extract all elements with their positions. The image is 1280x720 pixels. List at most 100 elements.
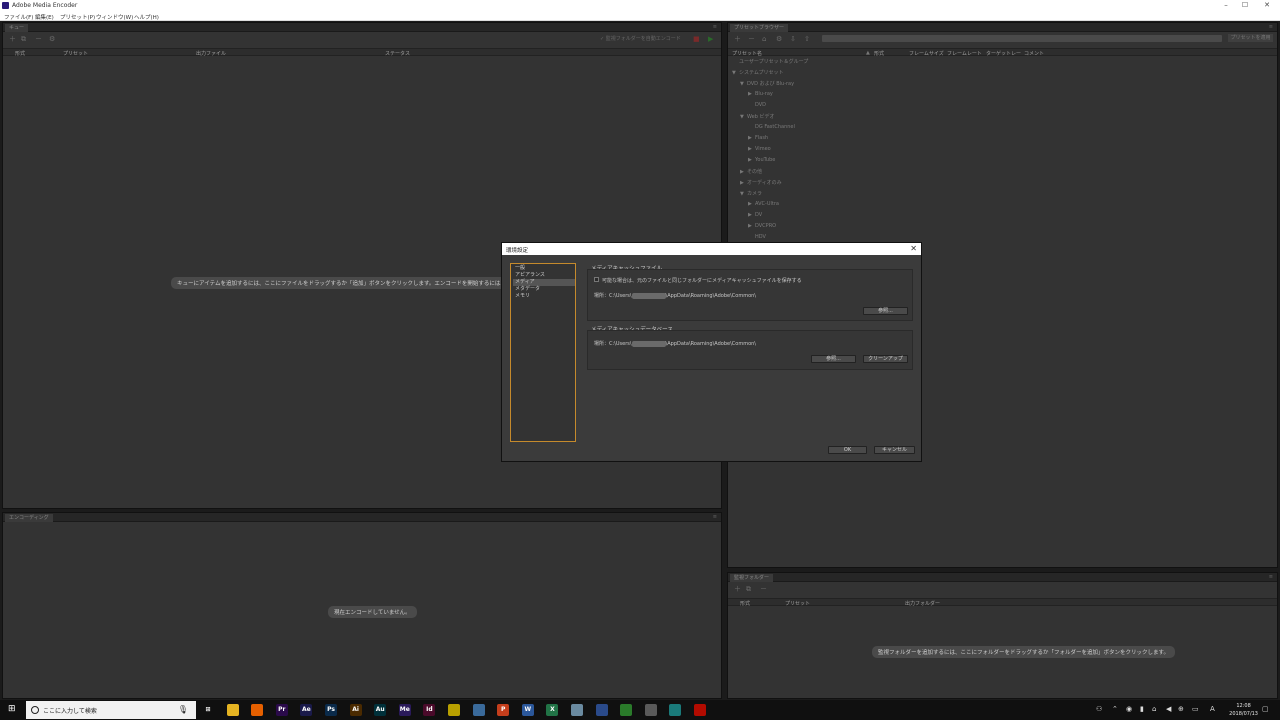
people-icon[interactable]: ⚇ [1096,705,1102,713]
panel-menu-icon[interactable]: ≡ [1269,574,1273,580]
preset-tree-row[interactable]: HDV [748,234,766,240]
media-encoder-icon[interactable]: Me [398,704,411,716]
preset-tree-row[interactable]: ▶ Vimeo [748,146,771,152]
col-preset[interactable]: プリセット [785,600,810,607]
preset-tree-row[interactable]: ▶ YouTube [748,157,775,163]
preset-tree-row[interactable]: DVD [748,102,766,108]
cache-db-cleanup-button[interactable]: クリーンアップ [863,355,908,363]
keyboard-icon[interactable]: ▭ [1192,705,1199,713]
category-appearance[interactable]: アピアランス [513,272,575,279]
maximize-button[interactable]: ☐ [1234,1,1256,10]
acrobat-icon[interactable] [694,704,706,716]
preset-tree-row[interactable]: ▶ DV [748,212,762,218]
explorer-icon[interactable] [226,704,239,716]
app-17-icon[interactable] [595,704,608,716]
col-output-file[interactable]: 出力ファイル [196,50,226,57]
cache-db-browse-button[interactable]: 参照... [811,355,856,363]
new-preset-icon[interactable]: ＋ [734,35,741,43]
collapsed-arrow-icon[interactable]: ▶ [740,169,747,175]
after-effects-icon[interactable]: Ae [300,704,313,716]
menu-help[interactable]: ヘルプ(H) [134,13,159,21]
cancel-button[interactable]: キャンセル [874,446,915,454]
preset-tree-row[interactable]: ▼ Web ビデオ [740,113,775,120]
col-output-folder[interactable]: 出力フォルダー [905,600,940,607]
app-19-icon[interactable] [644,704,657,716]
windows-start-icon[interactable]: ⊞ [8,704,16,714]
stop-icon[interactable]: ■ [693,35,700,43]
panel-menu-icon[interactable]: ≡ [1269,24,1273,30]
battery-icon[interactable]: ▮ [1140,705,1144,713]
illustrator-icon[interactable]: Ai [349,704,362,716]
apply-preset-button[interactable]: プリセットを適用 [1228,34,1273,42]
premiere-icon[interactable]: Pr [275,704,288,716]
expanded-arrow-icon[interactable]: ▼ [740,81,747,87]
menu-window[interactable]: ウィンドウ(W) [96,13,133,21]
app-12-icon[interactable] [472,704,485,716]
cache-files-browse-button[interactable]: 参照... [863,307,908,315]
preset-tree-row[interactable]: ▶ DVCPRO [748,223,776,229]
preset-tree-row[interactable]: ▼ DVD および Blu-ray [740,80,794,87]
menu-preset[interactable]: プリセット(P) [60,13,95,21]
save-cache-next-to-originals-checkbox[interactable] [594,277,599,282]
indesign-icon[interactable]: Id [423,704,436,716]
col-preset[interactable]: プリセット [63,50,88,57]
collapsed-arrow-icon[interactable]: ▶ [748,201,755,207]
col-format[interactable]: 形式 [740,600,750,607]
preset-tree-row[interactable]: ▶ その他 [740,168,762,175]
tray-expand-icon[interactable]: ⌃ [1112,705,1118,713]
col-target-rate[interactable]: ターゲットレー [986,50,1021,57]
tray-app-icon[interactable]: ◉ [1126,705,1132,713]
start-queue-icon[interactable]: ▶ [708,35,713,43]
duplicate-folder-icon[interactable]: ⧉ [746,585,751,593]
input-mode-indicator[interactable]: A [1210,705,1215,713]
network-icon[interactable]: ⌂ [1152,705,1156,713]
word-icon[interactable]: W [521,704,534,716]
col-frame-size[interactable]: フレームサイズ [909,50,944,57]
settings-icon[interactable]: ⚙ [49,35,55,43]
preset-tree-row[interactable]: ▼ システムプリセット [732,69,784,76]
expanded-arrow-icon[interactable]: ▼ [732,70,739,76]
app-16-icon[interactable] [571,704,583,716]
preset-search-input[interactable] [822,35,1222,42]
collapsed-arrow-icon[interactable]: ▶ [740,180,747,186]
firefox-icon[interactable] [251,704,264,716]
preset-tree-row[interactable]: ▼ カメラ [740,190,762,197]
menu-file[interactable]: ファイル(F) [4,13,33,21]
col-format[interactable]: 形式 [15,50,25,57]
category-media[interactable]: メディア [513,279,575,286]
collapsed-arrow-icon[interactable]: ▶ [748,146,755,152]
tab-encoding[interactable]: エンコーディング [5,514,53,522]
app-11-icon[interactable] [448,704,460,716]
col-frame-rate[interactable]: フレームレート [947,50,982,57]
export-preset-icon[interactable]: ⇧ [804,35,810,43]
col-format[interactable]: 形式 [874,50,884,57]
remove-preset-icon[interactable]: － [748,35,755,43]
microphone-icon[interactable]: 🎙 [178,705,188,714]
panel-menu-icon[interactable]: ≡ [713,514,717,520]
category-memory[interactable]: メモリ [513,293,575,300]
remove-folder-icon[interactable]: － [760,585,767,593]
collapsed-arrow-icon[interactable]: ▶ [748,212,755,218]
powerpoint-icon[interactable]: P [497,704,510,716]
preset-tree-row[interactable]: ▶ Blu-ray [748,91,773,97]
notification-icon[interactable]: ▢ [1262,705,1269,713]
panel-menu-icon[interactable]: ≡ [713,24,717,30]
preset-tree-row[interactable]: ▶ AVC-Ultra [748,201,779,207]
preset-tree-row[interactable]: DG FastChannel [748,124,795,130]
expanded-arrow-icon[interactable]: ▼ [740,114,747,120]
menu-edit[interactable]: 編集(E) [35,13,54,21]
duplicate-icon[interactable]: ⧉ [21,35,26,43]
app-18-icon[interactable] [620,704,633,716]
col-comment[interactable]: コメント [1024,50,1044,57]
import-preset-icon[interactable]: ⇩ [790,35,796,43]
dialog-close-icon[interactable]: ✕ [910,244,917,254]
excel-icon[interactable]: X [546,704,559,716]
volume-icon[interactable]: ◀ [1166,705,1171,713]
preset-settings-icon[interactable]: ⚙ [776,35,782,43]
collapsed-arrow-icon[interactable]: ▶ [748,223,755,229]
audition-icon[interactable]: Au [374,704,387,716]
photoshop-icon[interactable]: Ps [325,704,337,716]
collapsed-arrow-icon[interactable]: ▶ [748,91,755,97]
tab-preset-browser[interactable]: プリセットブラウザー [730,24,789,32]
collapsed-arrow-icon[interactable]: ▶ [748,135,755,141]
